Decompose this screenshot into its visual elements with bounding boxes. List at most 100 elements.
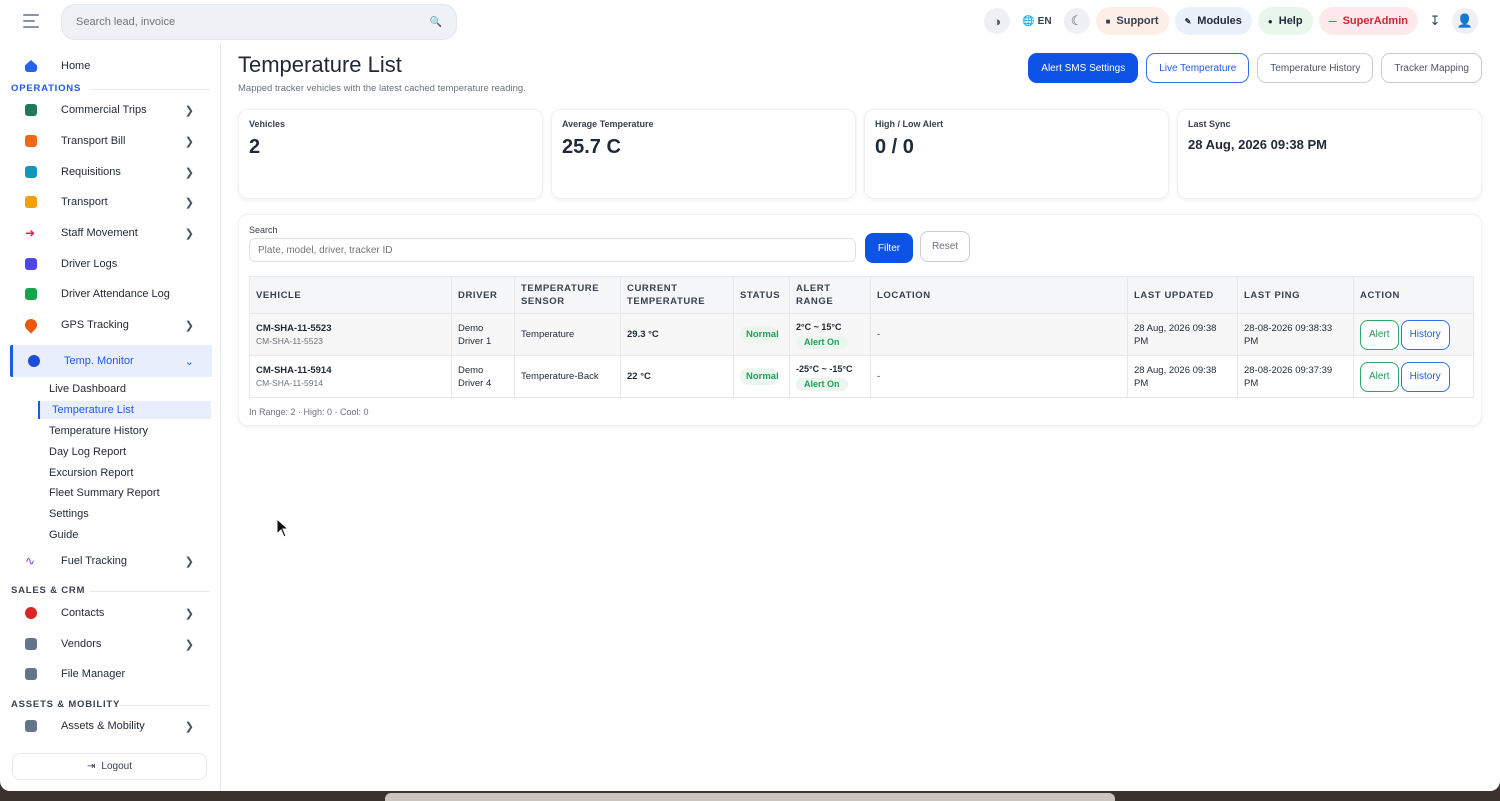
- sidebar-item-temp-monitor[interactable]: Temp. Monitor ⌄: [10, 345, 212, 377]
- section-assets-mobility: ASSETS & MOBILITY: [11, 699, 121, 710]
- alert-button[interactable]: Alert: [1360, 319, 1399, 350]
- sub-item-live-dashboard[interactable]: Live Dashboard: [38, 380, 211, 398]
- stat-value: 25.7 C: [562, 136, 621, 158]
- sidebar-item-requisitions[interactable]: Requisitions ❯: [10, 157, 212, 187]
- sidebar-item-label: Contacts: [61, 607, 105, 619]
- sidebar-item-gps-tracking[interactable]: GPS Tracking ❯: [10, 310, 212, 340]
- column-header: LAST PING: [1237, 276, 1354, 314]
- last-ping-cell: 28-08-2026 09:37:39 PM: [1237, 355, 1354, 398]
- sidebar-item-fuel-tracking[interactable]: ∿ Fuel Tracking ❯: [10, 546, 212, 576]
- history-button[interactable]: History: [1400, 361, 1450, 392]
- section-divider: [120, 705, 210, 706]
- sub-item-temperature-history[interactable]: Temperature History: [38, 422, 211, 440]
- help-button[interactable]: ● Help: [1257, 7, 1313, 35]
- stat-label: Last Sync: [1188, 119, 1231, 129]
- admin-icon: —: [1328, 16, 1337, 26]
- column-header: VEHICLE: [249, 276, 452, 314]
- modules-button[interactable]: ✎ Modules: [1174, 7, 1252, 35]
- sub-item-temperature-list[interactable]: Temperature List: [38, 401, 211, 419]
- alert-on-badge: Alert On: [796, 335, 848, 349]
- location-cell: -: [870, 313, 1128, 356]
- sub-item-guide[interactable]: Guide: [38, 526, 211, 544]
- sidebar: Home OPERATIONS Commercial Trips ❯ Trans…: [0, 44, 221, 791]
- help-label: Help: [1278, 15, 1303, 27]
- status-badge: Normal: [740, 368, 779, 385]
- superadmin-button[interactable]: — SuperAdmin: [1318, 7, 1418, 35]
- top-bar: 🔍 ◑ 🌐 EN ☾ ■ Support ✎ Modules ● Help —: [0, 0, 1500, 44]
- sub-item-settings[interactable]: Settings: [38, 505, 211, 523]
- history-button[interactable]: History: [1400, 319, 1450, 350]
- table-row: CM-SHA-11-5523 CM-SHA-11-5523 Demo Drive…: [249, 313, 1474, 356]
- reset-button[interactable]: Reset: [920, 231, 970, 262]
- sidebar-item-label: GPS Tracking: [61, 319, 129, 331]
- vehicle-plate: CM-SHA-11-5523: [256, 322, 332, 334]
- language-label: EN: [1037, 15, 1052, 27]
- sub-item-excursion-report[interactable]: Excursion Report: [38, 464, 211, 482]
- sub-item-fleet-summary-report[interactable]: Fleet Summary Report: [38, 484, 211, 502]
- vehicle-icon: [25, 720, 37, 732]
- sidebar-item-transport-bill[interactable]: Transport Bill ❯: [10, 126, 212, 156]
- driver-cell: Demo Driver 1: [451, 313, 515, 356]
- live-temperature-button[interactable]: Live Temperature: [1146, 53, 1250, 83]
- column-header: CURRENT TEMPERATURE: [620, 276, 734, 314]
- user-avatar-icon[interactable]: 👤: [1452, 8, 1478, 34]
- filter-search-input[interactable]: [249, 238, 856, 262]
- alert-range: -25°C ~ -15°C: [796, 363, 853, 374]
- sidebar-item-contacts[interactable]: Contacts ❯: [10, 598, 212, 628]
- bill-icon: [25, 135, 37, 147]
- palette-icon[interactable]: ◑: [984, 8, 1011, 34]
- current-temperature-cell: 29.3 °C: [620, 313, 734, 356]
- transport-icon: [25, 196, 37, 208]
- menu-icon[interactable]: [23, 14, 39, 28]
- download-icon[interactable]: ↧: [1424, 13, 1446, 29]
- sub-item-day-log-report[interactable]: Day Log Report: [38, 443, 211, 461]
- stat-card-vehicles: Vehicles 2: [238, 109, 543, 199]
- table-summary: In Range: 2 · High: 0 · Cool: 0: [249, 407, 369, 417]
- chevron-right-icon: ❯: [184, 319, 194, 332]
- chevron-right-icon: ❯: [184, 196, 194, 209]
- stat-value: 0 / 0: [875, 136, 914, 158]
- sidebar-item-staff-movement[interactable]: ➜ Staff Movement ❯: [10, 218, 212, 248]
- sidebar-item-assets-mobility[interactable]: Assets & Mobility ❯: [10, 711, 212, 741]
- sidebar-item-label: Driver Attendance Log: [61, 288, 170, 300]
- dark-mode-icon[interactable]: ☾: [1063, 8, 1090, 34]
- arrow-right-icon: ➜: [25, 226, 36, 240]
- last-ping-cell: 28-08-2026 09:38:33 PM: [1237, 313, 1354, 356]
- store-icon: [25, 638, 37, 650]
- location-cell: -: [870, 355, 1128, 398]
- temperature-history-button[interactable]: Temperature History: [1257, 53, 1374, 83]
- sidebar-item-home[interactable]: Home: [10, 51, 212, 81]
- column-header: ALERT RANGE: [789, 276, 871, 314]
- alert-range: 2°C ~ 15°C: [796, 321, 842, 332]
- tracker-mapping-button[interactable]: Tracker Mapping: [1381, 53, 1482, 83]
- filter-button[interactable]: Filter: [865, 233, 913, 263]
- sidebar-item-label: Assets & Mobility: [61, 720, 145, 732]
- truck-icon: [25, 104, 37, 116]
- sidebar-item-file-manager[interactable]: File Manager: [10, 659, 212, 689]
- search-label: Search: [249, 225, 278, 235]
- alert-button[interactable]: Alert: [1360, 361, 1399, 392]
- vehicle-cell: CM-SHA-11-5523 CM-SHA-11-5523: [249, 313, 452, 356]
- sidebar-item-transport[interactable]: Transport ❯: [10, 187, 212, 217]
- chevron-right-icon: ❯: [184, 104, 194, 117]
- sidebar-item-vendors[interactable]: Vendors ❯: [10, 629, 212, 659]
- support-button[interactable]: ■ Support: [1095, 7, 1169, 35]
- search-icon[interactable]: 🔍: [430, 17, 442, 28]
- chevron-right-icon: ❯: [184, 135, 194, 148]
- modules-label: Modules: [1197, 15, 1242, 27]
- users-icon: [25, 607, 37, 619]
- sidebar-item-commercial-trips[interactable]: Commercial Trips ❯: [10, 95, 212, 125]
- global-search[interactable]: 🔍: [61, 4, 457, 40]
- logout-label: Logout: [101, 761, 132, 772]
- global-search-input[interactable]: [76, 16, 430, 28]
- stat-value: 28 Aug, 2026 09:38 PM: [1188, 137, 1327, 152]
- sidebar-item-driver-logs[interactable]: Driver Logs: [10, 249, 212, 279]
- stat-card-last-sync: Last Sync 28 Aug, 2026 09:38 PM: [1177, 109, 1482, 199]
- status-cell: Normal: [733, 355, 790, 398]
- alert-sms-settings-button[interactable]: Alert SMS Settings: [1028, 53, 1139, 83]
- table-header-row: VEHICLE DRIVER TEMPERATURE SENSOR CURREN…: [249, 276, 1474, 314]
- status-cell: Normal: [733, 313, 790, 356]
- language-switch[interactable]: 🌐 EN: [1016, 16, 1057, 27]
- logout-button[interactable]: ⇥ Logout: [12, 753, 207, 780]
- sidebar-item-driver-attendance-log[interactable]: Driver Attendance Log: [10, 279, 212, 309]
